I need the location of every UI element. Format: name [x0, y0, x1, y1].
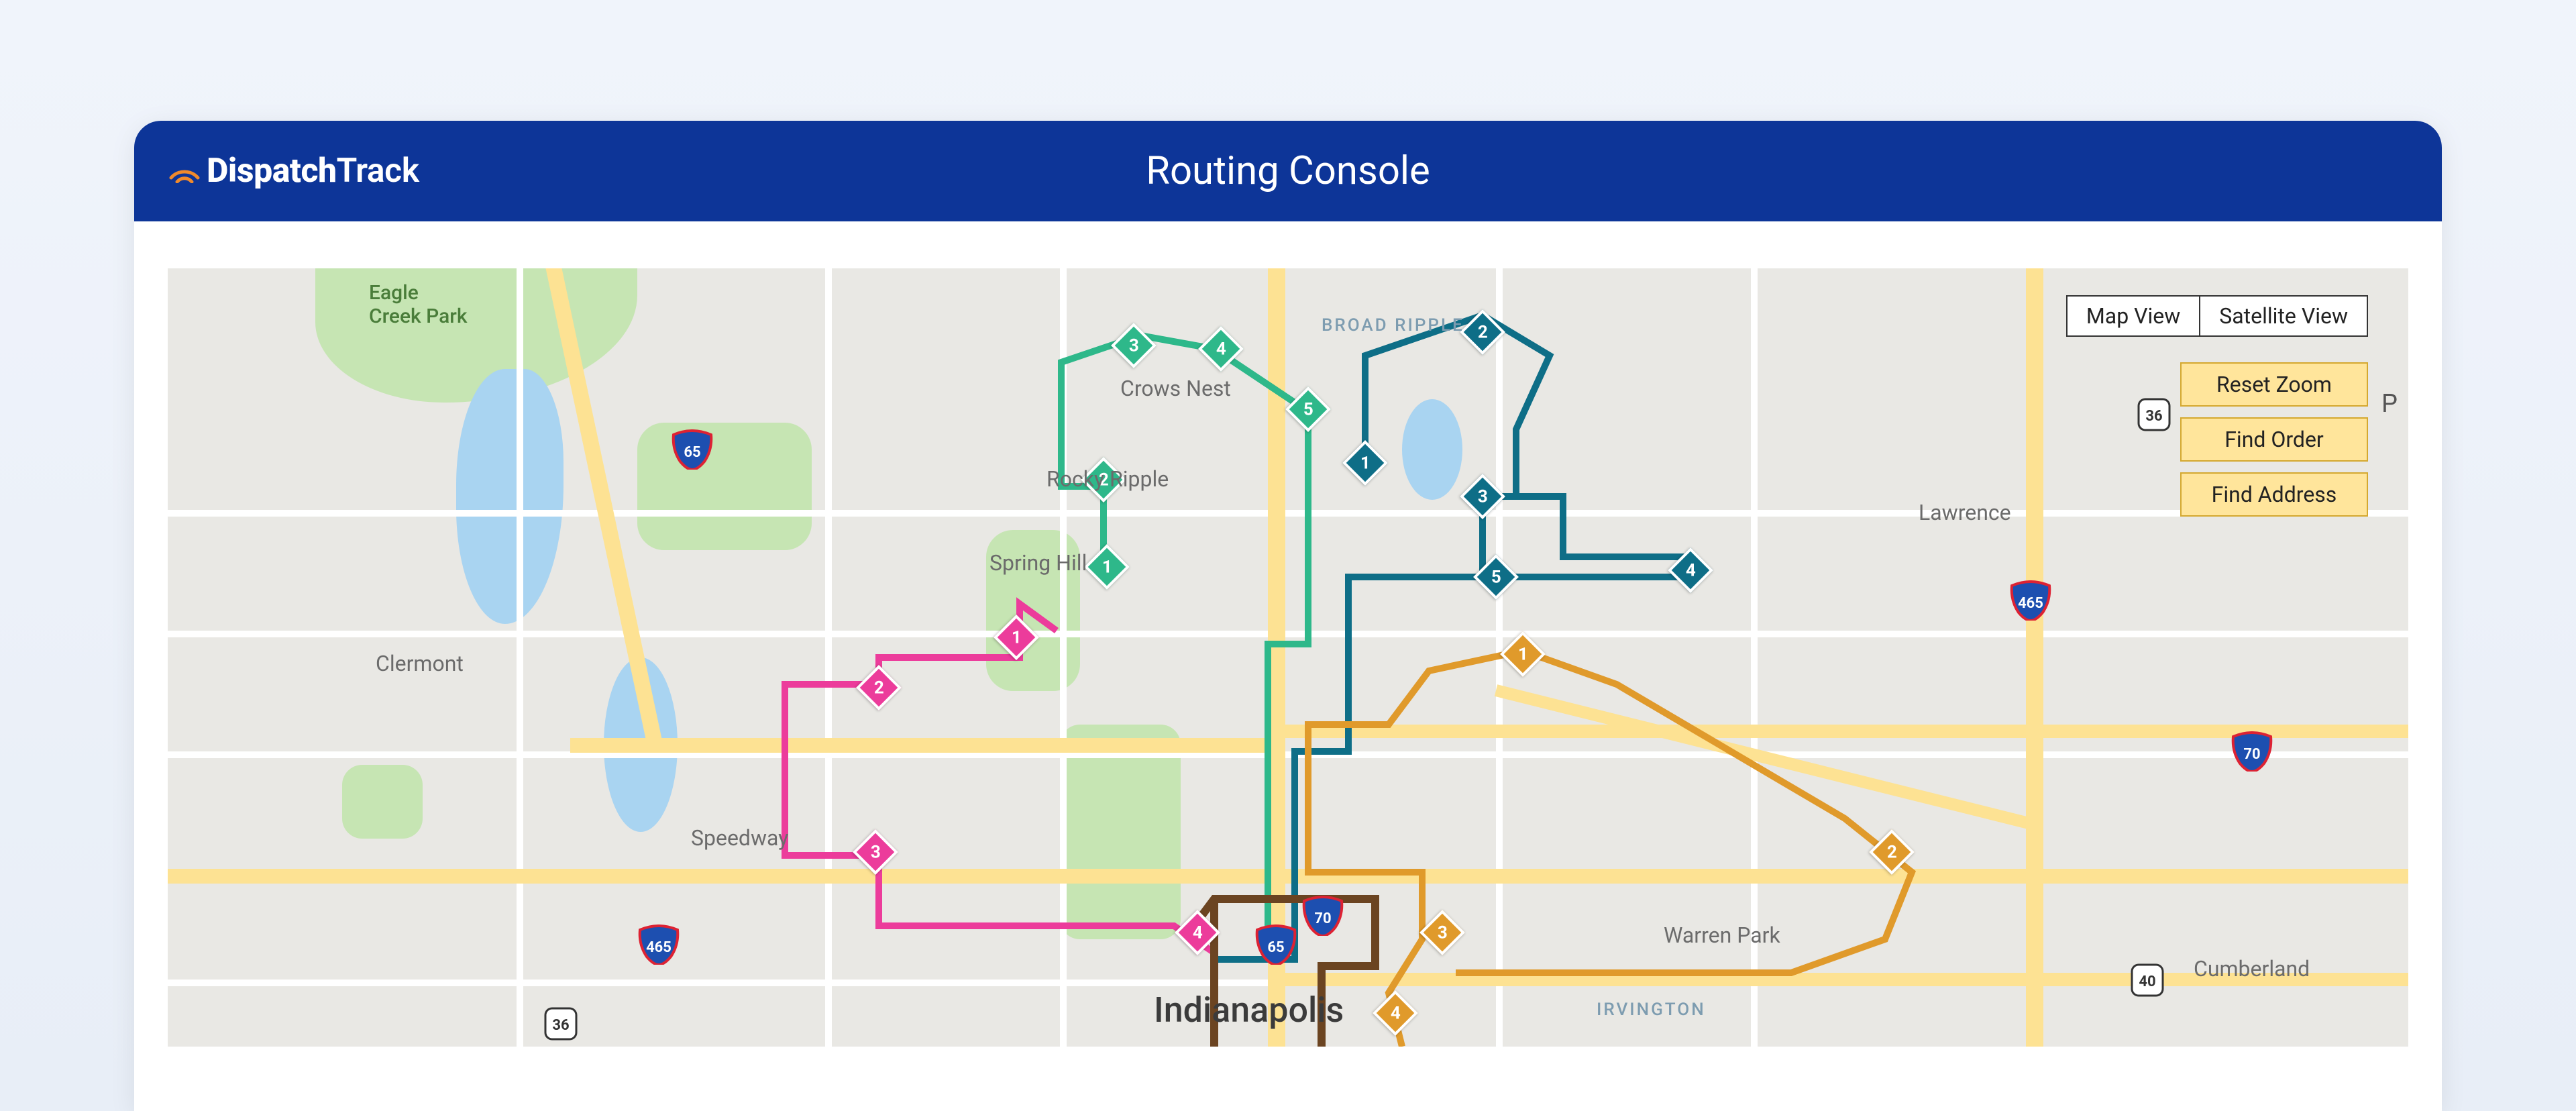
- logo: DispatchTrack: [168, 152, 419, 191]
- label-p-fragment: P: [2381, 389, 2398, 419]
- label-indianapolis: Indianapolis: [1154, 990, 1344, 1030]
- label-spring-hill: Spring Hill: [989, 550, 1087, 576]
- view-toggle: Map View Satellite View: [2066, 295, 2368, 337]
- find-address-button[interactable]: Find Address: [2180, 472, 2368, 517]
- label-broad-ripple: BROAD RIPPLE: [1322, 315, 1464, 335]
- label-warren-park: Warren Park: [1664, 922, 1780, 948]
- map-view-button[interactable]: Map View: [2068, 297, 2200, 335]
- label-speedway: Speedway: [691, 825, 788, 851]
- label-cumberland: Cumberland: [2194, 956, 2310, 982]
- page-title: Routing Console: [1146, 148, 1430, 194]
- shield-i465-w: 465: [637, 924, 680, 965]
- header-bar: DispatchTrack Routing Console: [134, 121, 2442, 221]
- shield-i65-c: 65: [1254, 924, 1297, 965]
- shield-i70-e: 70: [2231, 731, 2273, 772]
- shield-us40-e: 40: [2130, 963, 2165, 998]
- shield-i70-c: 70: [1301, 896, 1344, 936]
- find-order-button[interactable]: Find Order: [2180, 417, 2368, 462]
- logo-text-2: Track: [337, 152, 419, 191]
- label-eagle-creek: Eagle Creek Park: [369, 282, 468, 328]
- logo-text-1: Dispatch: [207, 152, 337, 191]
- label-clermont: Clermont: [376, 651, 464, 676]
- label-lawrence: Lawrence: [1919, 500, 2011, 525]
- reset-zoom-button[interactable]: Reset Zoom: [2180, 362, 2368, 407]
- app-window: DispatchTrack Routing Console: [134, 121, 2442, 1111]
- shield-us36-w: 36: [543, 1006, 578, 1041]
- label-irvington: IRVINGTON: [1597, 1000, 1706, 1020]
- label-crows-nest: Crows Nest: [1120, 376, 1231, 401]
- map-canvas[interactable]: 1 2 3 4 5 1 2 3 4 5 1 2 3 4 1 2 3 4 Eagl…: [168, 268, 2408, 1047]
- satellite-view-button[interactable]: Satellite View: [2200, 297, 2367, 335]
- shield-us36-ne: 36: [2137, 397, 2171, 432]
- logo-wifi-icon: [168, 159, 201, 183]
- action-buttons: Reset Zoom Find Order Find Address: [2180, 362, 2368, 517]
- label-rocky-ripple: Rocky Ripple: [1046, 466, 1169, 492]
- shield-i465-e: 465: [2009, 580, 2052, 621]
- shield-i65-nw: 65: [671, 429, 714, 470]
